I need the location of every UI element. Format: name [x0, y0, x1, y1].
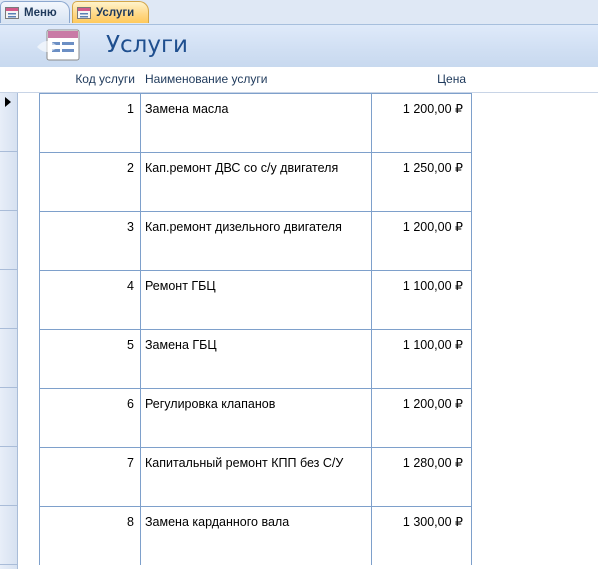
code-field[interactable]: 3 [39, 212, 140, 270]
record-selector[interactable] [0, 211, 17, 270]
record-selector[interactable] [0, 93, 17, 152]
price-field[interactable]: 1 200,00 ₽ [371, 212, 472, 270]
tab-services[interactable]: Услуги [72, 1, 149, 23]
code-field[interactable]: 4 [39, 271, 140, 329]
document-tab-strip: Меню Услуги [0, 0, 598, 25]
record-selector-column [0, 93, 18, 569]
record-selector[interactable] [0, 447, 17, 506]
record-row: 7 Капитальный ремонт КПП без С/У 1 280,0… [39, 447, 472, 506]
price-field[interactable]: 1 100,00 ₽ [371, 271, 472, 329]
record-row: 2 Кап.ремонт ДВС со с/у двигателя 1 250,… [39, 152, 472, 211]
code-field[interactable]: 8 [39, 507, 140, 565]
record-row: 8 Замена карданного вала 1 300,00 ₽ [39, 506, 472, 565]
code-field[interactable]: 7 [39, 448, 140, 506]
record-selector[interactable] [0, 388, 17, 447]
form-header: Услуги [0, 25, 598, 67]
form-icon [37, 29, 80, 61]
name-field[interactable]: Кап.ремонт ДВС со с/у двигателя [140, 153, 371, 211]
name-field[interactable]: Замена ГБЦ [140, 330, 371, 388]
record-selector[interactable] [0, 152, 17, 211]
tab-label: Услуги [96, 6, 135, 19]
page-title: Услуги [106, 32, 189, 58]
record-row: 3 Кап.ремонт дизельного двигателя 1 200,… [39, 211, 472, 270]
record-row: 1 Замена масла 1 200,00 ₽ [39, 93, 472, 152]
record-row: 6 Регулировка клапанов 1 200,00 ₽ [39, 388, 472, 447]
tab-label: Меню [24, 6, 57, 19]
record-selector[interactable] [0, 270, 17, 329]
code-field[interactable]: 6 [39, 389, 140, 447]
column-header-row: Код услуги Наименование услуги Цена [0, 67, 598, 93]
name-field[interactable]: Ремонт ГБЦ [140, 271, 371, 329]
form-icon [77, 6, 91, 19]
record-selector[interactable] [0, 506, 17, 565]
name-field[interactable]: Кап.ремонт дизельного двигателя [140, 212, 371, 270]
column-header-code[interactable]: Код услуги [75, 72, 135, 86]
form-icon [5, 6, 19, 19]
record-row: 5 Замена ГБЦ 1 100,00 ₽ [39, 329, 472, 388]
price-field[interactable]: 1 280,00 ₽ [371, 448, 472, 506]
price-field[interactable]: 1 250,00 ₽ [371, 153, 472, 211]
code-field[interactable]: 1 [39, 94, 140, 152]
price-field[interactable]: 1 100,00 ₽ [371, 330, 472, 388]
current-record-arrow-icon [5, 97, 11, 107]
name-field[interactable]: Замена масла [140, 94, 371, 152]
price-field[interactable]: 1 200,00 ₽ [371, 389, 472, 447]
price-field[interactable]: 1 300,00 ₽ [371, 507, 472, 565]
name-field[interactable]: Замена карданного вала [140, 507, 371, 565]
name-field[interactable]: Регулировка клапанов [140, 389, 371, 447]
form-gutter [18, 93, 39, 569]
code-field[interactable]: 2 [39, 153, 140, 211]
tab-menu[interactable]: Меню [0, 1, 70, 23]
record-row: 4 Ремонт ГБЦ 1 100,00 ₽ [39, 270, 472, 329]
code-field[interactable]: 5 [39, 330, 140, 388]
column-header-price[interactable]: Цена [437, 72, 466, 86]
price-field[interactable]: 1 200,00 ₽ [371, 94, 472, 152]
name-field[interactable]: Капитальный ремонт КПП без С/У [140, 448, 371, 506]
record-selector[interactable] [0, 329, 17, 388]
column-header-name[interactable]: Наименование услуги [145, 72, 267, 86]
